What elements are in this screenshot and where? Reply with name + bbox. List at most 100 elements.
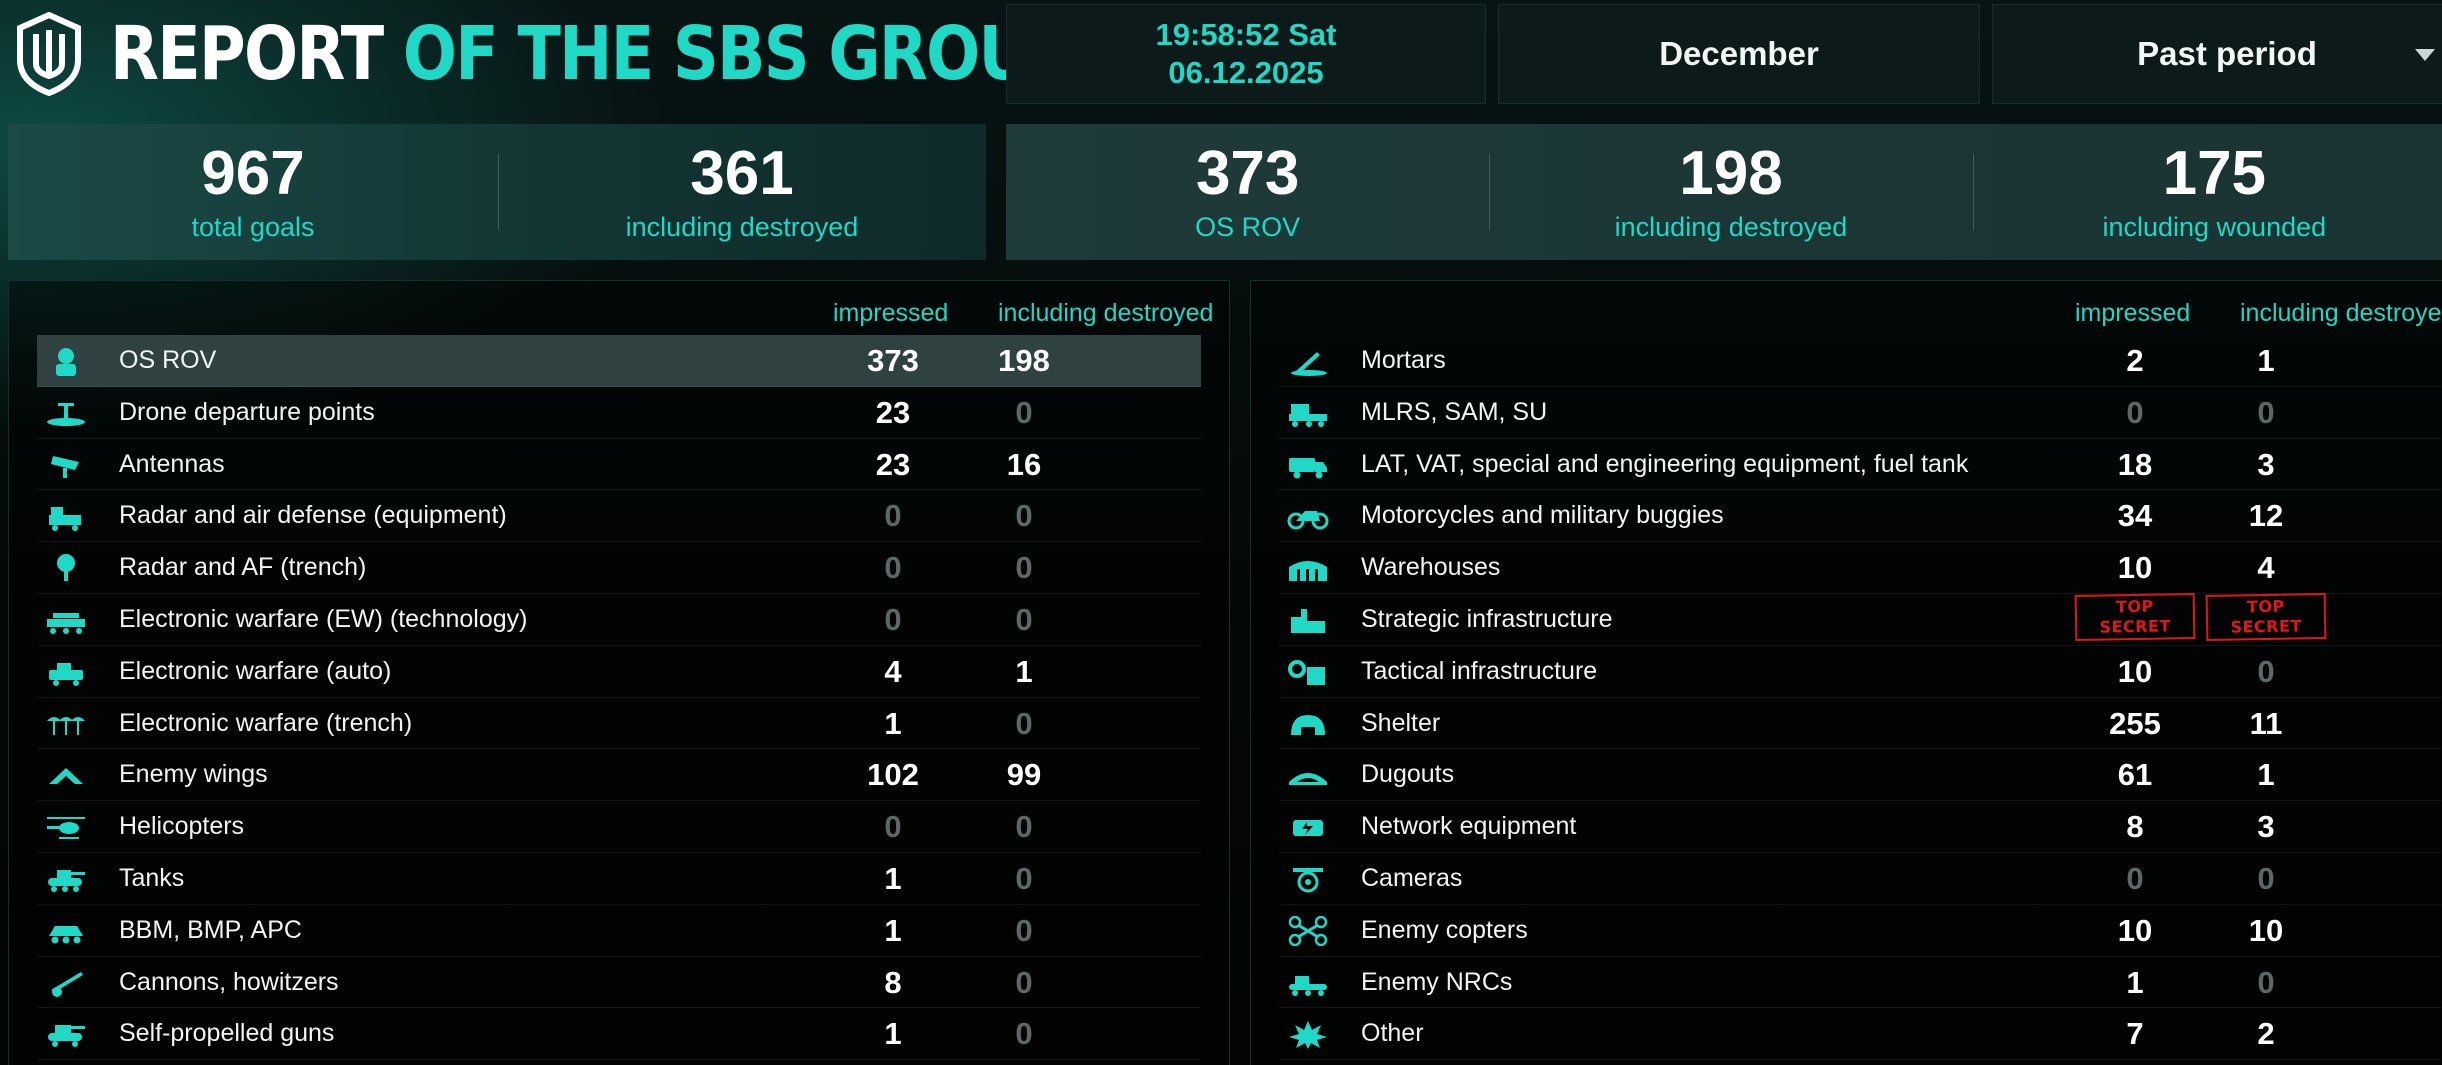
impressed-value: 0 <box>2126 394 2144 430</box>
row-label: Network equipment <box>1361 812 1577 841</box>
row-label: BBM, BMP, APC <box>119 915 302 944</box>
impressed-value: 0 <box>884 550 902 586</box>
impressed-value: 0 <box>884 498 902 534</box>
top-secret-stamp: TOP SECRET <box>2074 592 2196 642</box>
table-row[interactable]: Enemy copters 10 10 <box>1279 905 2441 957</box>
destroyed-value: 1 <box>2257 757 2275 793</box>
row-label: Mortars <box>1361 346 1446 374</box>
table-row[interactable]: Strategic infrastructure TOP SECRET TOP SE… <box>1279 592 2441 647</box>
table-row[interactable]: Dugouts 61 1 <box>1279 749 2441 802</box>
table-row[interactable]: Shelter 255 11 <box>1279 698 2441 750</box>
period-dropdown[interactable]: Past period <box>1992 4 2442 104</box>
table-row[interactable]: Cannons, howitzers 8 0 <box>37 957 1201 1009</box>
table-row[interactable]: Electronic warfare (auto) 4 1 <box>37 646 1201 698</box>
table-row[interactable]: Electronic warfare (trench) 1 0 <box>37 698 1201 750</box>
stat-os-rov: 373 OS ROV <box>1006 124 1489 260</box>
row-label: Tanks <box>119 863 185 892</box>
warehouse-icon <box>1289 561 1327 582</box>
network-icon <box>1293 820 1323 837</box>
title-part-accent: OF THE SBS GROUP <box>402 11 1075 97</box>
table-row[interactable]: Cameras 0 0 <box>1279 853 2441 905</box>
table-row[interactable]: Warehouses 10 4 <box>1279 542 2441 594</box>
motorcycle-icon <box>1287 511 1329 530</box>
impressed-value: 0 <box>2126 860 2144 896</box>
ew-trench-icon <box>47 716 85 735</box>
destroyed-value: 1 <box>1015 653 1033 689</box>
table-row[interactable]: Antennas 23 16 <box>37 439 1201 491</box>
row-label: Cameras <box>1361 863 1463 892</box>
destroyed-value: 99 <box>1006 757 1042 793</box>
camera-icon <box>1293 867 1323 893</box>
destroyed-value: 0 <box>1015 809 1033 845</box>
destroyed-value: 16 <box>1006 446 1042 482</box>
helicopter-icon <box>47 817 85 840</box>
impressed-value: TOP SECRET <box>2074 592 2196 647</box>
row-label: Drone departure points <box>119 397 375 426</box>
destroyed-value: 1 <box>2257 343 2275 378</box>
radar-vehicle-icon <box>49 507 81 532</box>
table-row[interactable]: Radar and air defense (equipment) 0 0 <box>37 490 1201 543</box>
table-row[interactable]: BBM, BMP, APC 1 0 <box>37 905 1201 957</box>
stat-label: including wounded <box>2102 212 2327 242</box>
chevron-down-icon <box>2415 49 2435 61</box>
impressed-value: 10 <box>2117 653 2153 689</box>
table-row[interactable]: Drone departure points 23 0 <box>37 387 1201 439</box>
destroyed-value: 0 <box>1015 705 1033 741</box>
destroyed-value: 10 <box>2248 912 2284 948</box>
impressed-value: 23 <box>875 394 911 430</box>
table-row[interactable]: Other 7 2 <box>1279 1008 2441 1061</box>
row-label: Antennas <box>119 449 225 478</box>
antenna-dish-icon <box>51 455 79 478</box>
spg-icon <box>48 1025 85 1048</box>
row-label: LAT, VAT, special and engineering equipm… <box>1361 449 1969 478</box>
impressed-value: 8 <box>884 964 902 1000</box>
table-row[interactable]: Helicopters 0 0 <box>37 801 1201 853</box>
impressed-value: 1 <box>2126 964 2144 1000</box>
table-row[interactable]: Radar and AF (trench) 0 0 <box>37 542 1201 594</box>
stat-label: OS ROV <box>1195 212 1301 242</box>
table-row[interactable]: Enemy NRCs 1 0 <box>1279 957 2441 1009</box>
destroyed-value: 11 <box>2249 705 2283 741</box>
destroyed-value: 0 <box>1015 394 1033 430</box>
table-row[interactable]: Motorcycles and military buggies 34 12 <box>1279 490 2441 543</box>
destroyed-value: 0 <box>2257 860 2275 896</box>
table-row[interactable]: Tactical infrastructure 10 0 <box>1279 646 2441 698</box>
destroyed-value: 0 <box>2257 964 2275 1000</box>
mortar-icon <box>1291 352 1327 376</box>
destroyed-value: 0 <box>1015 860 1033 896</box>
month-selector[interactable]: December <box>1498 4 1980 104</box>
summary-stats-total: 967 total goals 361 including destroyed <box>8 124 986 260</box>
table-row[interactable]: OS ROV 373 198 <box>37 335 1201 387</box>
table-row[interactable]: Enemy wings 102 99 <box>37 749 1201 802</box>
table-row[interactable]: Electronic warfare (EW) (technology) 0 0 <box>37 594 1201 646</box>
destroyed-value: 12 <box>2248 498 2284 534</box>
divider <box>1972 154 1974 230</box>
impressed-value: 1 <box>884 1016 902 1052</box>
destroyed-value: 3 <box>2257 809 2275 845</box>
table-body: OS ROV 373 198 Drone departure points 23 0 Ant… <box>37 335 1201 1061</box>
row-label: Cannons, howitzers <box>119 967 339 996</box>
row-label: Helicopters <box>119 812 245 841</box>
row-label: Radar and air defense (equipment) <box>119 501 507 530</box>
destroyed-value: TOP SECRET <box>2205 592 2327 647</box>
table-row[interactable]: LAT, VAT, special and engineering equipm… <box>1279 439 2441 491</box>
impressed-value: 0 <box>884 809 902 845</box>
row-label: Motorcycles and military buggies <box>1361 501 1724 530</box>
radar-trench-icon <box>57 554 75 582</box>
row-label: Enemy copters <box>1361 915 1528 944</box>
dugout-icon <box>1289 773 1327 786</box>
table-row[interactable]: Tanks 1 0 <box>37 853 1201 905</box>
destroyed-value: 198 <box>998 343 1050 378</box>
row-label: Other <box>1361 1019 1424 1048</box>
table-row[interactable]: MLRS, SAM, SU 0 0 <box>1279 387 2441 439</box>
targets-table-left: impressed including destroyed OS ROV 373 1… <box>8 280 1230 1065</box>
row-label: Self-propelled guns <box>119 1019 335 1048</box>
table-row[interactable]: Self-propelled guns 1 0 <box>37 1008 1201 1061</box>
destroyed-value: 3 <box>2257 446 2275 482</box>
impressed-value: 1 <box>884 705 902 741</box>
destroyed-value: 0 <box>2257 653 2275 689</box>
header: REPORT OF THE SBS GROUP 19:58:52 Sat 06.… <box>0 0 2442 108</box>
table-row[interactable]: Mortars 2 1 <box>1279 335 2441 387</box>
period-label: Past period <box>2137 35 2317 72</box>
table-row[interactable]: Network equipment 8 3 <box>1279 801 2441 853</box>
